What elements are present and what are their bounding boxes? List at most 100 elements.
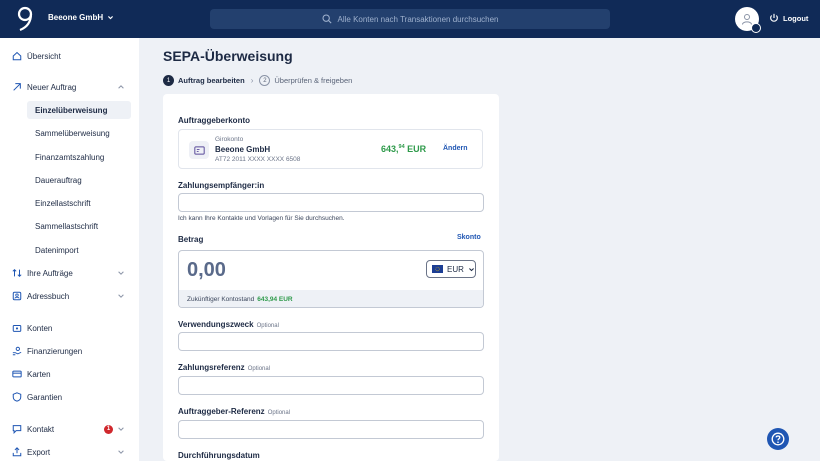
sidebar-sub-tax-payment[interactable]: Finanzamtszahlung	[27, 148, 131, 166]
reference-label-text: Zahlungsreferenz	[178, 363, 245, 372]
sidebar-item-overview[interactable]: Übersicht	[0, 47, 139, 65]
chevron-down-icon	[118, 427, 124, 431]
skonto-link[interactable]: Skonto	[457, 234, 481, 241]
balance-main: 643,	[381, 144, 399, 154]
transfer-form-card: Auftraggeberkonto Girokonto Beeone GmbH …	[163, 94, 499, 461]
avatar-settings-badge	[751, 23, 761, 33]
purpose-label: Verwendungszweck Optional	[178, 320, 279, 329]
home-icon	[12, 51, 22, 61]
purpose-label-text: Verwendungszweck	[178, 320, 254, 329]
chevron-down-icon	[118, 294, 124, 298]
sidebar-item-label: Karten	[27, 369, 51, 379]
sidebar-item-label: Garantien	[27, 392, 63, 402]
chevron-up-icon	[118, 85, 124, 89]
sidebar-item-contact[interactable]: Kontakt 1	[0, 420, 139, 438]
payer-reference-input[interactable]	[178, 420, 484, 439]
payer-account-box: Girokonto Beeone GmbH AT72 2011 XXXX XXX…	[178, 129, 483, 169]
account-balance: 643,94 EUR	[381, 144, 426, 154]
sidebar-item-label: Übersicht	[27, 51, 61, 61]
chevron-down-icon	[108, 16, 114, 20]
optional-tag: Optional	[267, 410, 291, 416]
step-1-number: 1	[163, 75, 174, 86]
chevron-down-icon	[118, 450, 124, 454]
sidebar-sub-single-debit[interactable]: Einzellastschrift	[27, 194, 131, 212]
future-balance-label: Zukünftiger Kontostand	[187, 296, 255, 303]
amount-label: Betrag	[178, 235, 204, 244]
account-iban: AT72 2011 XXXX XXXX 6508	[215, 156, 301, 163]
help-button[interactable]	[767, 428, 789, 450]
balance-currency: EUR	[404, 144, 427, 154]
transfer-arrows-icon	[12, 268, 22, 278]
logout-button[interactable]: Logout	[769, 13, 808, 23]
user-icon	[742, 14, 752, 25]
optional-tag: Optional	[247, 366, 271, 372]
sidebar-sub-standing-order[interactable]: Dauerauftrag	[27, 171, 131, 189]
recipient-hint: Ich kann Ihre Kontakte und Vorlagen für …	[178, 215, 345, 222]
execution-date-label: Durchführungsdatum	[178, 451, 260, 460]
search-icon	[321, 14, 332, 24]
sidebar-item-new-order[interactable]: Neuer Auftrag	[0, 78, 139, 96]
credit-card-icon	[12, 370, 22, 378]
sidebar-item-accounts[interactable]: Konten	[0, 319, 139, 337]
search-bar[interactable]: Alle Konten nach Transaktionen durchsuch…	[210, 9, 610, 29]
question-icon	[771, 432, 785, 446]
logout-label: Logout	[783, 13, 809, 23]
sidebar-item-label: Export	[27, 447, 51, 457]
amount-field[interactable]: 0,00 EUR Zukünftiger Kontostand 643,94 E…	[178, 250, 484, 308]
reference-input[interactable]	[178, 376, 484, 395]
sidebar-sub-batch-debit[interactable]: Sammellastschrift	[27, 217, 131, 235]
power-icon	[770, 13, 778, 22]
page-title: SEPA-Überweisung	[163, 48, 293, 64]
sidebar-item-label: Neuer Auftrag	[27, 82, 77, 92]
payer-reference-label-text: Auftraggeber-Referenz	[178, 407, 265, 416]
chevron-right-icon: ›	[250, 76, 254, 85]
arrow-up-right-icon	[13, 83, 21, 91]
step-1-label[interactable]: Auftrag bearbeiten	[178, 76, 245, 85]
step-2-number: 2	[259, 75, 271, 86]
bank-card-icon	[189, 141, 209, 159]
account-name: Beeone GmbH	[215, 145, 271, 154]
sidebar-sub-single-transfer[interactable]: Einzelüberweisung	[27, 101, 131, 119]
shield-icon	[12, 392, 22, 402]
stepper: 1 Auftrag bearbeiten › 2 Überprüfen & fr…	[163, 75, 352, 86]
future-balance-value: 643,94 EUR	[257, 296, 293, 303]
amount-value: 0,00	[187, 259, 226, 281]
recipient-input[interactable]	[178, 193, 484, 212]
contact-card-icon	[12, 291, 22, 301]
currency-value: EUR	[447, 264, 464, 274]
sidebar-item-cards[interactable]: Karten	[0, 365, 139, 383]
sidebar-item-financing[interactable]: Finanzierungen	[0, 342, 139, 360]
sidebar: Übersicht Neuer Auftrag Einzelüberweisun…	[0, 38, 139, 461]
optional-tag: Optional	[256, 323, 279, 329]
future-balance-bar: Zukünftiger Kontostand 643,94 EUR	[179, 290, 483, 307]
eu-flag-icon	[432, 265, 443, 273]
recipient-label: Zahlungsempfänger:in	[178, 181, 265, 190]
user-avatar[interactable]	[735, 7, 761, 33]
wallet-icon	[12, 325, 22, 332]
sidebar-item-export[interactable]: Export	[0, 443, 139, 461]
currency-select[interactable]: EUR	[426, 260, 476, 278]
bank-logo-icon[interactable]	[16, 6, 34, 32]
change-account-button[interactable]: Ändern	[443, 145, 468, 152]
sidebar-item-your-orders[interactable]: Ihre Aufträge	[0, 264, 139, 282]
sidebar-sub-batch-transfer[interactable]: Sammelüberweisung	[27, 124, 131, 142]
sidebar-item-label: Finanzierungen	[27, 346, 83, 356]
sidebar-item-label: Ihre Aufträge	[27, 268, 73, 278]
sidebar-sub-data-import[interactable]: Datenimport	[27, 241, 131, 259]
sidebar-item-label: Kontakt	[27, 424, 55, 434]
company-name: Beeone GmbH	[48, 13, 104, 22]
sidebar-item-label: Adressbuch	[27, 291, 70, 301]
notification-badge: 1	[104, 424, 113, 434]
reference-label: Zahlungsreferenz Optional	[178, 363, 270, 372]
payer-account-label: Auftraggeberkonto	[178, 116, 250, 125]
payer-reference-label: Auftraggeber-Referenz Optional	[178, 407, 290, 416]
chat-bubble-icon	[12, 425, 22, 434]
sidebar-item-guarantees[interactable]: Garantien	[0, 388, 139, 406]
step-2-label[interactable]: Überprüfen & freigeben	[274, 76, 352, 85]
search-placeholder: Alle Konten nach Transaktionen durchsuch…	[337, 14, 499, 24]
company-switcher[interactable]: Beeone GmbH	[48, 13, 114, 22]
purpose-input[interactable]	[178, 332, 484, 351]
sidebar-item-address-book[interactable]: Adressbuch	[0, 287, 139, 305]
top-bar: Beeone GmbH Alle Konten nach Transaktion…	[0, 0, 820, 38]
chevron-down-icon	[468, 267, 474, 271]
